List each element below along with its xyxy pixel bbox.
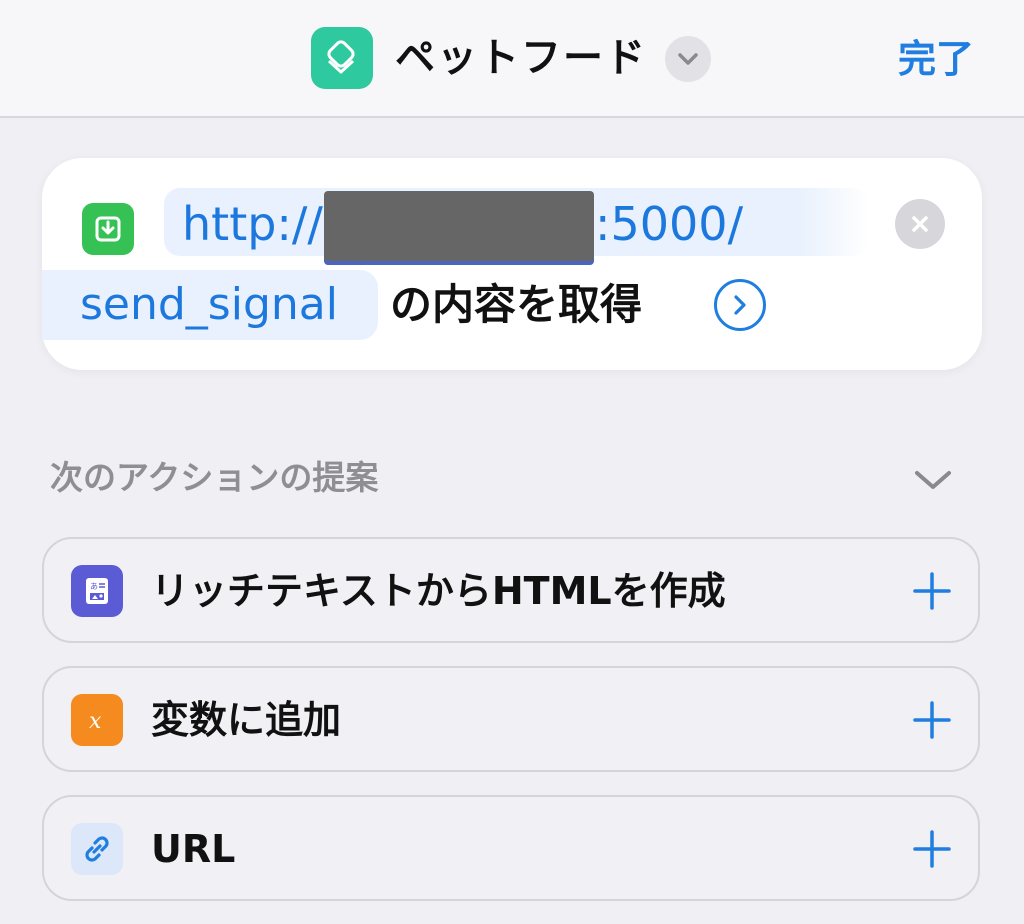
- suggestion-item-add-to-variable[interactable]: x 変数に追加: [42, 666, 980, 772]
- suggestion-item-make-html[interactable]: あ リッチテキストからHTMLを作成: [42, 537, 980, 643]
- svg-text:あ: あ: [90, 582, 98, 591]
- url-prefix-text: http://: [182, 197, 323, 251]
- link-icon: [71, 823, 123, 875]
- suggestion-label: URL: [151, 827, 236, 871]
- action-description: の内容を取得: [390, 280, 643, 329]
- title-menu-chevron-icon[interactable]: [665, 36, 711, 82]
- endpoint-text: send_signal: [80, 279, 338, 330]
- collapse-chevron-icon[interactable]: [910, 460, 956, 500]
- suggestion-item-url[interactable]: URL: [42, 795, 980, 901]
- clear-icon[interactable]: [895, 199, 945, 249]
- rich-text-html-icon: あ: [71, 565, 123, 617]
- download-icon: [82, 203, 134, 255]
- svg-text:x: x: [89, 709, 102, 734]
- suggestions-heading: 次のアクションの提案: [50, 458, 379, 497]
- shortcuts-app-icon[interactable]: [311, 27, 373, 89]
- url-port-text: :5000/: [595, 197, 744, 251]
- add-icon[interactable]: [910, 698, 954, 742]
- done-button[interactable]: 完了: [898, 34, 974, 84]
- suggestion-label: リッチテキストからHTMLを作成: [151, 569, 726, 613]
- navigation-bar: ペットフード 完了: [0, 0, 1024, 118]
- shortcut-title[interactable]: ペットフード: [395, 30, 647, 86]
- add-icon[interactable]: [910, 569, 954, 613]
- add-icon[interactable]: [910, 827, 954, 871]
- redacted-host: [324, 191, 594, 261]
- get-contents-action-card: http:// :5000/ send_signal の内容を取得: [42, 158, 982, 370]
- suggestion-label: 変数に追加: [151, 698, 342, 742]
- variable-icon: x: [71, 694, 123, 746]
- expand-options-chevron-icon[interactable]: [714, 279, 766, 331]
